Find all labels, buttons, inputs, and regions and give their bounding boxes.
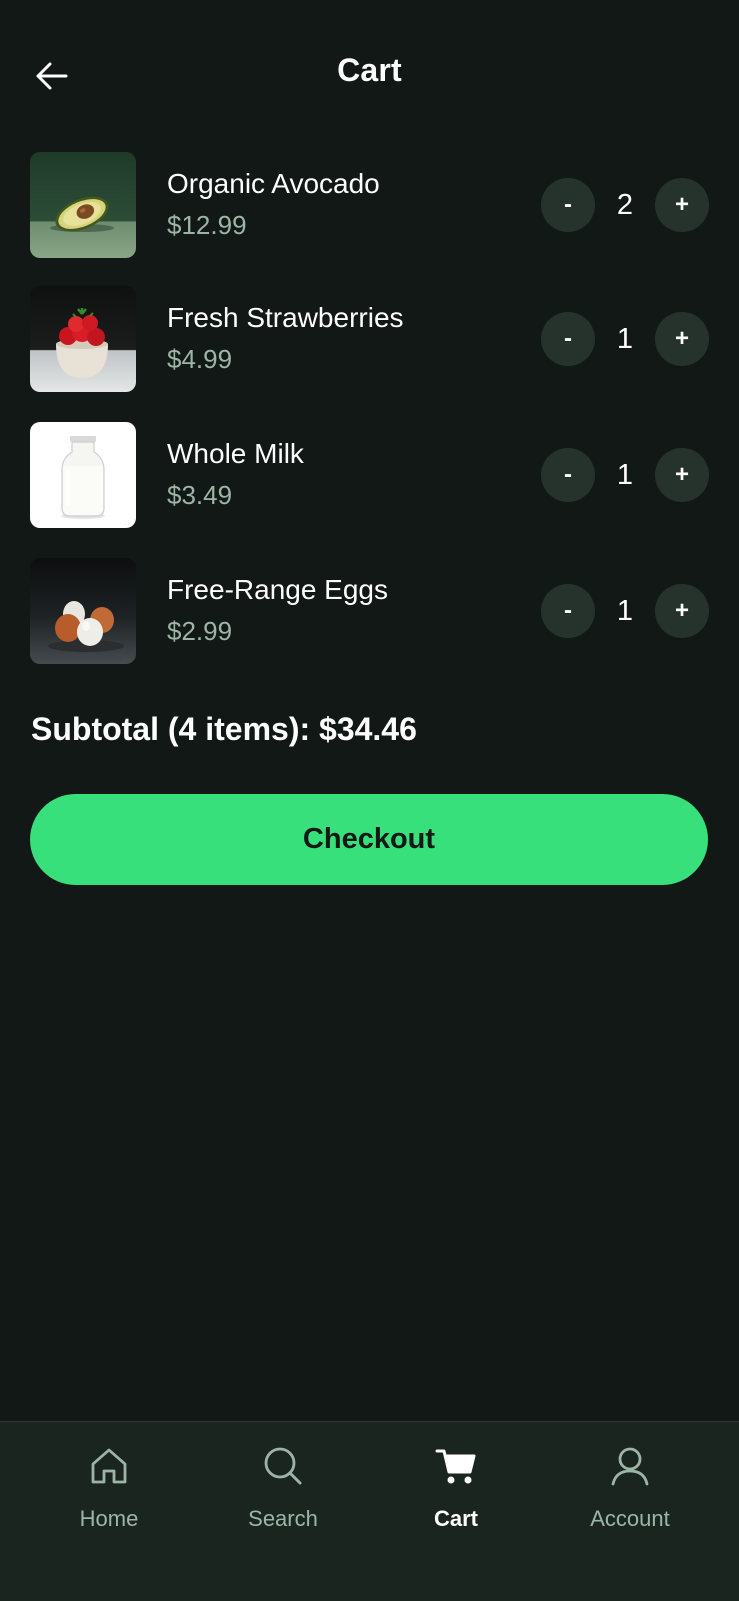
product-image-strawberries	[30, 286, 136, 392]
item-name: Free-Range Eggs	[167, 574, 389, 605]
quantity-value: 2	[616, 188, 634, 221]
item-price: $3.49	[167, 480, 233, 510]
quantity-value: 1	[616, 458, 634, 491]
decrease-quantity-button[interactable]: -	[541, 312, 595, 366]
increase-quantity-button[interactable]: +	[655, 312, 709, 366]
nav-label: Account	[590, 1506, 670, 1531]
subtotal-text: Subtotal (4 items): $34.46	[31, 711, 417, 747]
nav-label: Cart	[433, 1506, 478, 1531]
nav-label: Search	[248, 1506, 318, 1531]
item-price: $4.99	[167, 344, 233, 374]
page-title: Cart	[337, 52, 402, 88]
item-price: $2.99	[167, 616, 233, 646]
nav-label: Home	[79, 1506, 139, 1531]
account-icon	[611, 1447, 649, 1486]
increase-quantity-button[interactable]: +	[655, 178, 709, 232]
nav-item-search[interactable]: Search	[203, 1422, 363, 1601]
cart-item: Organic Avocado $12.99 - 2 +	[0, 150, 739, 258]
cart-item: Whole Milk $3.49 - 1 +	[0, 420, 739, 528]
item-price: $12.99	[167, 210, 247, 240]
decrease-quantity-button[interactable]: -	[541, 178, 595, 232]
search-icon	[264, 1447, 302, 1485]
home-icon	[91, 1448, 127, 1484]
app-header: Cart	[0, 0, 739, 150]
nav-item-home[interactable]: Home	[29, 1422, 189, 1601]
item-name: Whole Milk	[167, 438, 304, 469]
cart-icon	[435, 1449, 476, 1484]
increase-quantity-button[interactable]: +	[655, 448, 709, 502]
product-image-milk	[30, 422, 136, 528]
quantity-value: 1	[616, 594, 634, 627]
item-name: Organic Avocado	[167, 168, 380, 199]
nav-item-account[interactable]: Account	[550, 1422, 710, 1601]
product-image-eggs	[30, 558, 136, 664]
bottom-nav: Home Search Cart Account	[0, 1421, 739, 1601]
cart-item: Free-Range Eggs $2.99 - 1 +	[0, 556, 739, 664]
increase-quantity-button[interactable]: +	[655, 584, 709, 638]
checkout-button[interactable]: Checkout	[30, 794, 708, 885]
cart-item: Fresh Strawberries $4.99 - 1 +	[0, 284, 739, 392]
nav-item-cart[interactable]: Cart	[376, 1422, 536, 1601]
decrease-quantity-button[interactable]: -	[541, 584, 595, 638]
product-image-avocado	[30, 152, 136, 258]
quantity-value: 1	[616, 322, 634, 355]
item-name: Fresh Strawberries	[167, 302, 404, 333]
decrease-quantity-button[interactable]: -	[541, 448, 595, 502]
